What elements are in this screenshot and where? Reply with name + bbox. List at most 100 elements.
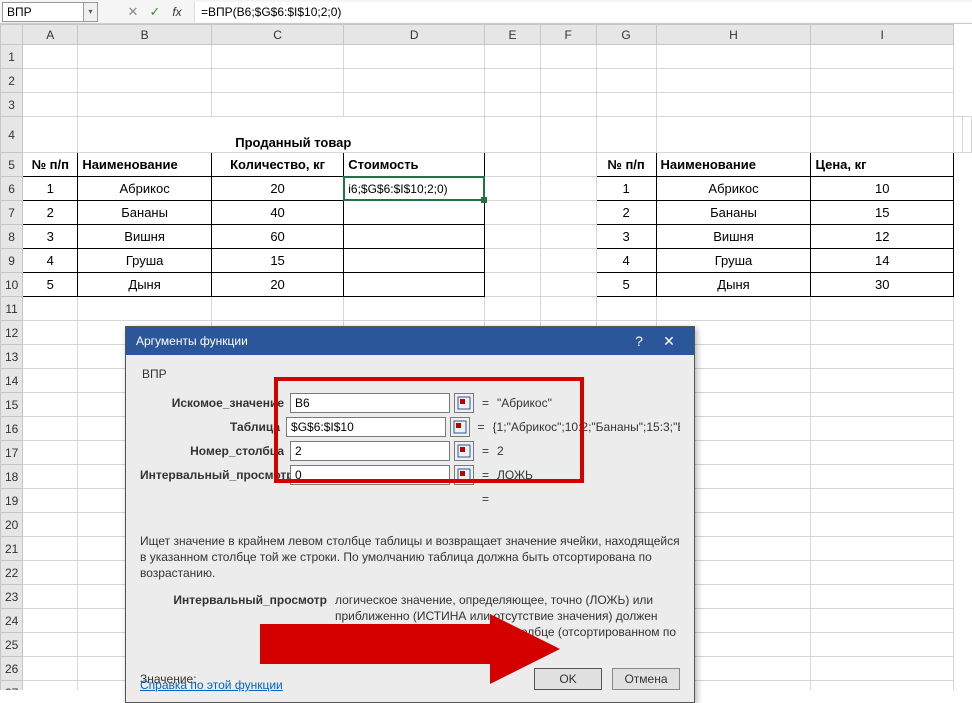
row-header-16[interactable]: 16 [1,417,23,441]
cell-E5[interactable] [485,153,541,177]
row-header-26[interactable]: 26 [1,657,23,681]
col-header-I[interactable]: I [811,25,954,45]
cell-B5[interactable]: Наименование [78,153,212,177]
row-header-10[interactable]: 10 [1,273,23,297]
row-header-15[interactable]: 15 [1,393,23,417]
row-header-3[interactable]: 3 [1,93,23,117]
cell-C10[interactable]: 20 [211,273,343,297]
cell-H5[interactable]: Наименование [656,153,811,177]
cell-C7[interactable]: 40 [211,201,343,225]
cell-D7[interactable] [344,201,485,225]
cell-A18[interactable] [23,465,78,489]
cell-I2[interactable] [811,69,954,93]
cell-B7[interactable]: Бананы [78,201,212,225]
cell-H10[interactable]: Дыня [656,273,811,297]
cell-D6[interactable]: i6;$G$6:$I$10;2;0) [344,177,485,201]
col-header-B[interactable]: B [78,25,212,45]
cell-E7[interactable] [485,201,541,225]
cell-E9[interactable] [485,249,541,273]
cell-A15[interactable] [23,393,78,417]
cell-H9[interactable]: Груша [656,249,811,273]
cell-C2[interactable] [211,69,343,93]
arg-input-2[interactable] [290,441,450,461]
cell-I5[interactable]: Цена, кг [811,153,954,177]
row-header-14[interactable]: 14 [1,369,23,393]
row-header-22[interactable]: 22 [1,561,23,585]
cell-B6[interactable]: Абрикос [78,177,212,201]
cell-I22[interactable] [811,561,954,585]
row-header-18[interactable]: 18 [1,465,23,489]
col-header-E[interactable]: E [485,25,541,45]
cell-A22[interactable] [23,561,78,585]
cell-D11[interactable] [344,297,485,321]
row-header-1[interactable]: 1 [1,45,23,69]
range-selector-icon[interactable] [454,441,474,461]
ok-button[interactable]: OK [534,668,602,690]
arg-input-0[interactable] [290,393,450,413]
cell-E1[interactable] [485,45,541,69]
cancel-button[interactable]: Отмена [612,668,680,690]
help-link[interactable]: Справка по этой функции [140,678,283,692]
cell-E3[interactable] [485,93,541,117]
cell-G1[interactable] [596,45,656,69]
cell-C6[interactable]: 20 [211,177,343,201]
cell-I18[interactable] [811,465,954,489]
row-header-20[interactable]: 20 [1,513,23,537]
cancel-icon[interactable]: ✕ [122,2,144,22]
cell-F1[interactable] [540,45,596,69]
cell-F9[interactable] [540,249,596,273]
cell-B10[interactable]: Дыня [78,273,212,297]
cell-H3[interactable] [656,93,811,117]
cell-D4[interactable] [540,117,596,153]
cell-I1[interactable] [811,45,954,69]
cell-I15[interactable] [811,393,954,417]
cell-G6[interactable]: 1 [596,177,656,201]
cell-A24[interactable] [23,609,78,633]
cell-C8[interactable]: 60 [211,225,343,249]
cell-I9[interactable]: 14 [811,249,954,273]
cell-D8[interactable] [344,225,485,249]
cell-H7[interactable]: Бананы [656,201,811,225]
cell-A2[interactable] [23,69,78,93]
cell-I19[interactable] [811,489,954,513]
cell-E4[interactable] [596,117,656,153]
row-header-5[interactable]: 5 [1,153,23,177]
cell-F8[interactable] [540,225,596,249]
cell-I17[interactable] [811,441,954,465]
cell-E6[interactable] [485,177,541,201]
formula-input[interactable]: =ВПР(B6;$G$6:$I$10;2;0) [194,2,972,22]
cell-F10[interactable] [540,273,596,297]
col-header-G[interactable]: G [596,25,656,45]
cell-I10[interactable]: 30 [811,273,954,297]
row-header-8[interactable]: 8 [1,225,23,249]
cell-A17[interactable] [23,441,78,465]
cell-A21[interactable] [23,537,78,561]
cell-G10[interactable]: 5 [596,273,656,297]
row-header-24[interactable]: 24 [1,609,23,633]
cell-A10[interactable]: 5 [23,273,78,297]
col-header-F[interactable]: F [540,25,596,45]
range-selector-icon[interactable] [450,417,470,437]
cell-H1[interactable] [656,45,811,69]
cell-I25[interactable] [811,633,954,657]
row-header-6[interactable]: 6 [1,177,23,201]
cell-A16[interactable] [23,417,78,441]
cell-G2[interactable] [596,69,656,93]
cell-I26[interactable] [811,657,954,681]
row-header-25[interactable]: 25 [1,633,23,657]
col-header-C[interactable]: C [211,25,343,45]
cell-F5[interactable] [540,153,596,177]
range-selector-icon[interactable] [454,465,474,485]
cell-E8[interactable] [485,225,541,249]
cell-I16[interactable] [811,417,954,441]
row-header-21[interactable]: 21 [1,537,23,561]
cell-I23[interactable] [811,585,954,609]
row-header-2[interactable]: 2 [1,69,23,93]
cell-B11[interactable] [78,297,212,321]
cell-I14[interactable] [811,369,954,393]
cell-F11[interactable] [540,297,596,321]
row-header-19[interactable]: 19 [1,489,23,513]
cell-A26[interactable] [23,657,78,681]
cell-I27[interactable] [811,681,954,691]
cell-F2[interactable] [540,69,596,93]
